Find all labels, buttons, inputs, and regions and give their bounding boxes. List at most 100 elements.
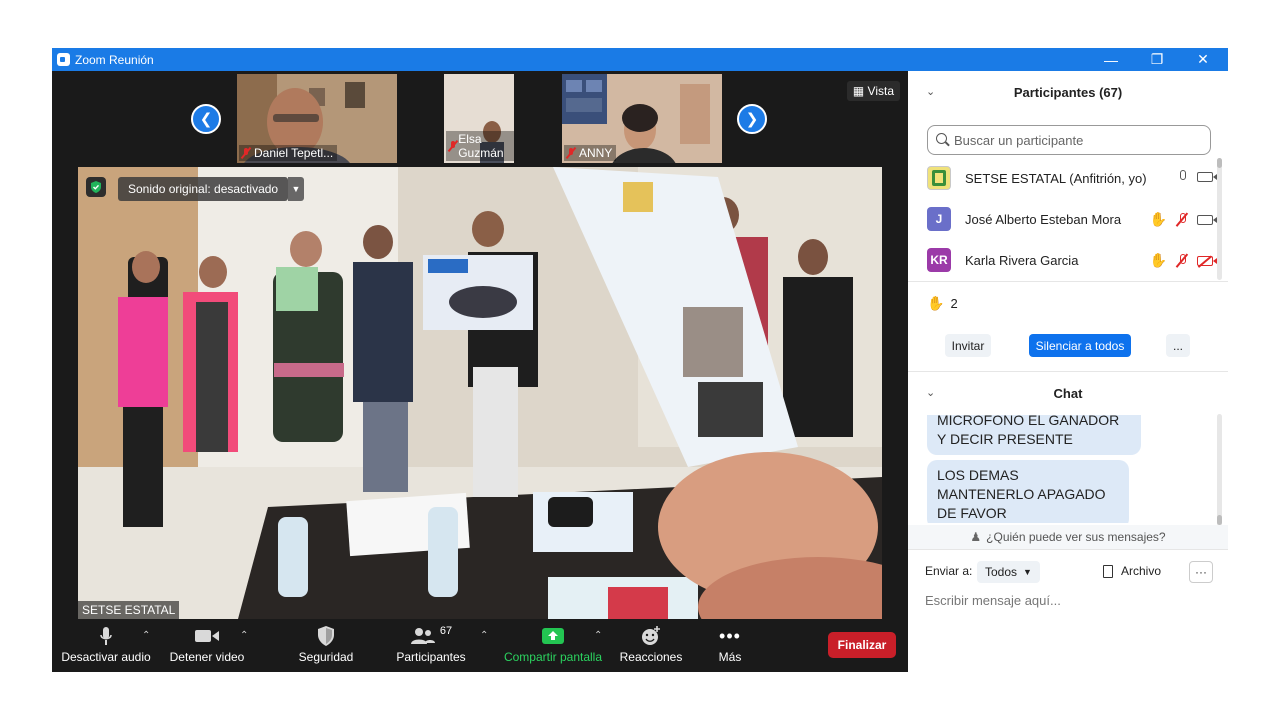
share-screen-button[interactable]: Compartir pantalla — [502, 624, 604, 664]
chat-scrollbar-thumb[interactable] — [1217, 515, 1222, 525]
person-lock-icon: ♟ — [970, 530, 982, 544]
chat-title: Chat — [1053, 385, 1083, 401]
chat-scrollbar[interactable] — [1217, 414, 1222, 526]
grid-icon: ▦ — [852, 84, 865, 98]
smiley-plus-icon — [640, 624, 662, 648]
message-visibility-label: ¿Quién puede ver sus mensajes? — [986, 530, 1166, 544]
shield-check-icon — [91, 181, 101, 193]
security-label: Seguridad — [298, 650, 354, 664]
speaker-name-tag: SETSE ESTATAL — [78, 601, 180, 619]
end-meeting-button[interactable]: Finalizar — [828, 632, 896, 658]
participant-name: Daniel Tepetl... — [254, 146, 334, 160]
mic-muted-icon[interactable] — [1177, 212, 1187, 227]
close-button[interactable]: ✕ — [1180, 48, 1226, 71]
next-page-button[interactable]: ❯ — [737, 104, 767, 134]
original-sound-toggle[interactable]: Sonido original: desactivado — [118, 177, 289, 201]
raised-hand-icon: ✋ — [1149, 211, 1167, 227]
video-options-chevron-icon[interactable]: ⌃ — [240, 630, 248, 641]
microphone-icon — [99, 624, 113, 648]
participants-button[interactable]: 67 Participantes — [392, 624, 470, 664]
share-options-chevron-icon[interactable]: ⌃ — [594, 630, 602, 641]
avatar: KR — [927, 248, 951, 272]
message-visibility-info[interactable]: ♟ ¿Quién puede ver sus mensajes? — [908, 525, 1228, 549]
raised-hand-icon: ✋ — [927, 295, 945, 311]
participants-options-chevron-icon[interactable]: ⌃ — [480, 630, 488, 641]
chat-message-input[interactable]: Escribir mensaje aquí... — [925, 593, 1061, 608]
divider — [908, 549, 1228, 550]
share-screen-label: Compartir pantalla — [503, 650, 603, 664]
zoom-window: Zoom Reunión — ❐ ✕ ❮ Daniel Tepetl... El… — [52, 48, 1228, 672]
video-thumbnail[interactable]: Elsa Guzmán — [444, 74, 514, 163]
more-button[interactable]: ••• Más — [708, 624, 752, 665]
mic-muted-icon — [566, 147, 576, 159]
chat-more-button[interactable]: ··· — [1189, 561, 1213, 583]
video-camera-icon[interactable] — [1197, 172, 1217, 182]
invite-button[interactable]: Invitar — [945, 334, 991, 357]
participant-name-tag: Elsa Guzmán — [446, 131, 514, 161]
window-title: Zoom Reunión — [75, 53, 154, 67]
participants-scrollbar[interactable] — [1217, 158, 1222, 280]
chat-message: LOS DEMAS MANTENERLO APAGADO DE FAVOR — [927, 460, 1129, 523]
reactions-label: Reacciones — [619, 650, 683, 664]
participants-scrollbar-thumb[interactable] — [1217, 158, 1222, 168]
participants-label: Participantes — [396, 650, 466, 664]
collapse-chevron-icon[interactable]: ⌄ — [926, 85, 935, 98]
more-options-button[interactable]: ... — [1166, 334, 1190, 357]
security-button[interactable]: Seguridad — [290, 624, 362, 664]
previous-page-button[interactable]: ❮ — [191, 104, 221, 134]
collapse-chevron-icon[interactable]: ⌄ — [926, 386, 935, 399]
participants-title: Participantes (67) — [1013, 84, 1123, 100]
stop-video-label: Detener video — [169, 650, 245, 664]
stop-video-button[interactable]: Detener video — [168, 624, 246, 664]
more-label: Más — [718, 650, 742, 664]
video-off-icon[interactable] — [1197, 255, 1217, 266]
search-icon — [936, 133, 947, 144]
participant-name-tag: ANNY — [564, 145, 617, 161]
reactions-button[interactable]: Reacciones — [618, 624, 684, 664]
participant-name: Karla Rivera Garcia — [965, 252, 1079, 268]
video-camera-icon — [194, 624, 220, 648]
mic-muted-icon — [448, 140, 456, 152]
participant-name: Elsa Guzmán — [458, 132, 504, 160]
raised-hand-icon: ✋ — [1149, 252, 1167, 268]
mic-muted-icon[interactable] — [1177, 253, 1187, 268]
video-area: ❮ Daniel Tepetl... Elsa Guzmán ANNY ❯ ▦ … — [52, 71, 908, 620]
view-button[interactable]: ▦ Vista — [846, 81, 900, 101]
participant-row[interactable]: J José Alberto Esteban Mora ✋ — [927, 205, 1217, 233]
participant-row[interactable]: KR Karla Rivera Garcia ✋ — [927, 246, 1217, 274]
chevron-down-icon: ▼ — [1023, 567, 1032, 577]
video-thumbnail[interactable]: Daniel Tepetl... — [237, 74, 397, 163]
microphone-icon[interactable] — [1177, 170, 1187, 184]
chat-messages: MICRÓFONO EL GANADOR Y DECIR PRESENTE LO… — [908, 415, 1218, 523]
audio-options-chevron-icon[interactable]: ⌃ — [142, 630, 150, 641]
video-camera-icon[interactable] — [1197, 214, 1217, 225]
mute-audio-button[interactable]: Desactivar audio — [61, 624, 151, 664]
raised-hands-summary: ✋ 2 — [927, 295, 958, 312]
participant-row[interactable]: SETSE ESTATAL (Anfitrión, yo) — [927, 164, 1217, 192]
send-to-label: Enviar a: — [925, 564, 973, 578]
view-label: Vista — [867, 84, 894, 98]
file-icon — [1103, 564, 1113, 578]
participant-search-input[interactable]: Buscar un participante — [927, 125, 1211, 155]
active-speaker-video: Sonido original: desactivado ▼ SETSE EST… — [78, 167, 882, 619]
video-thumbnail[interactable]: ANNY — [562, 74, 722, 163]
participant-name: ANNY — [579, 146, 613, 160]
organization-logo-icon — [932, 170, 946, 186]
original-sound-dropdown[interactable]: ▼ — [288, 177, 304, 201]
participant-name: SETSE ESTATAL (Anfitrión, yo) — [965, 170, 1147, 186]
divider — [908, 281, 1228, 282]
chat-header: ⌄ Chat — [908, 372, 1228, 414]
mute-all-button[interactable]: Silenciar a todos — [1029, 334, 1131, 357]
raised-hands-count: 2 — [950, 296, 958, 311]
file-button[interactable]: Archivo — [1103, 564, 1161, 578]
chat-message: MICRÓFONO EL GANADOR Y DECIR PRESENTE — [927, 415, 1141, 455]
participant-name-tag: Daniel Tepetl... — [239, 145, 338, 161]
send-to-dropdown[interactable]: Todos ▼ — [977, 561, 1040, 583]
meeting-toolbar: Desactivar audio ⌃ Detener video ⌃ Segur… — [52, 620, 908, 672]
share-screen-icon — [541, 624, 565, 648]
file-label: Archivo — [1121, 564, 1162, 578]
participants-icon: 67 — [410, 624, 452, 648]
participants-header: ⌄ Participantes (67) — [908, 71, 1228, 113]
restore-button[interactable]: ❐ — [1134, 48, 1180, 71]
minimize-button[interactable]: — — [1088, 48, 1134, 71]
